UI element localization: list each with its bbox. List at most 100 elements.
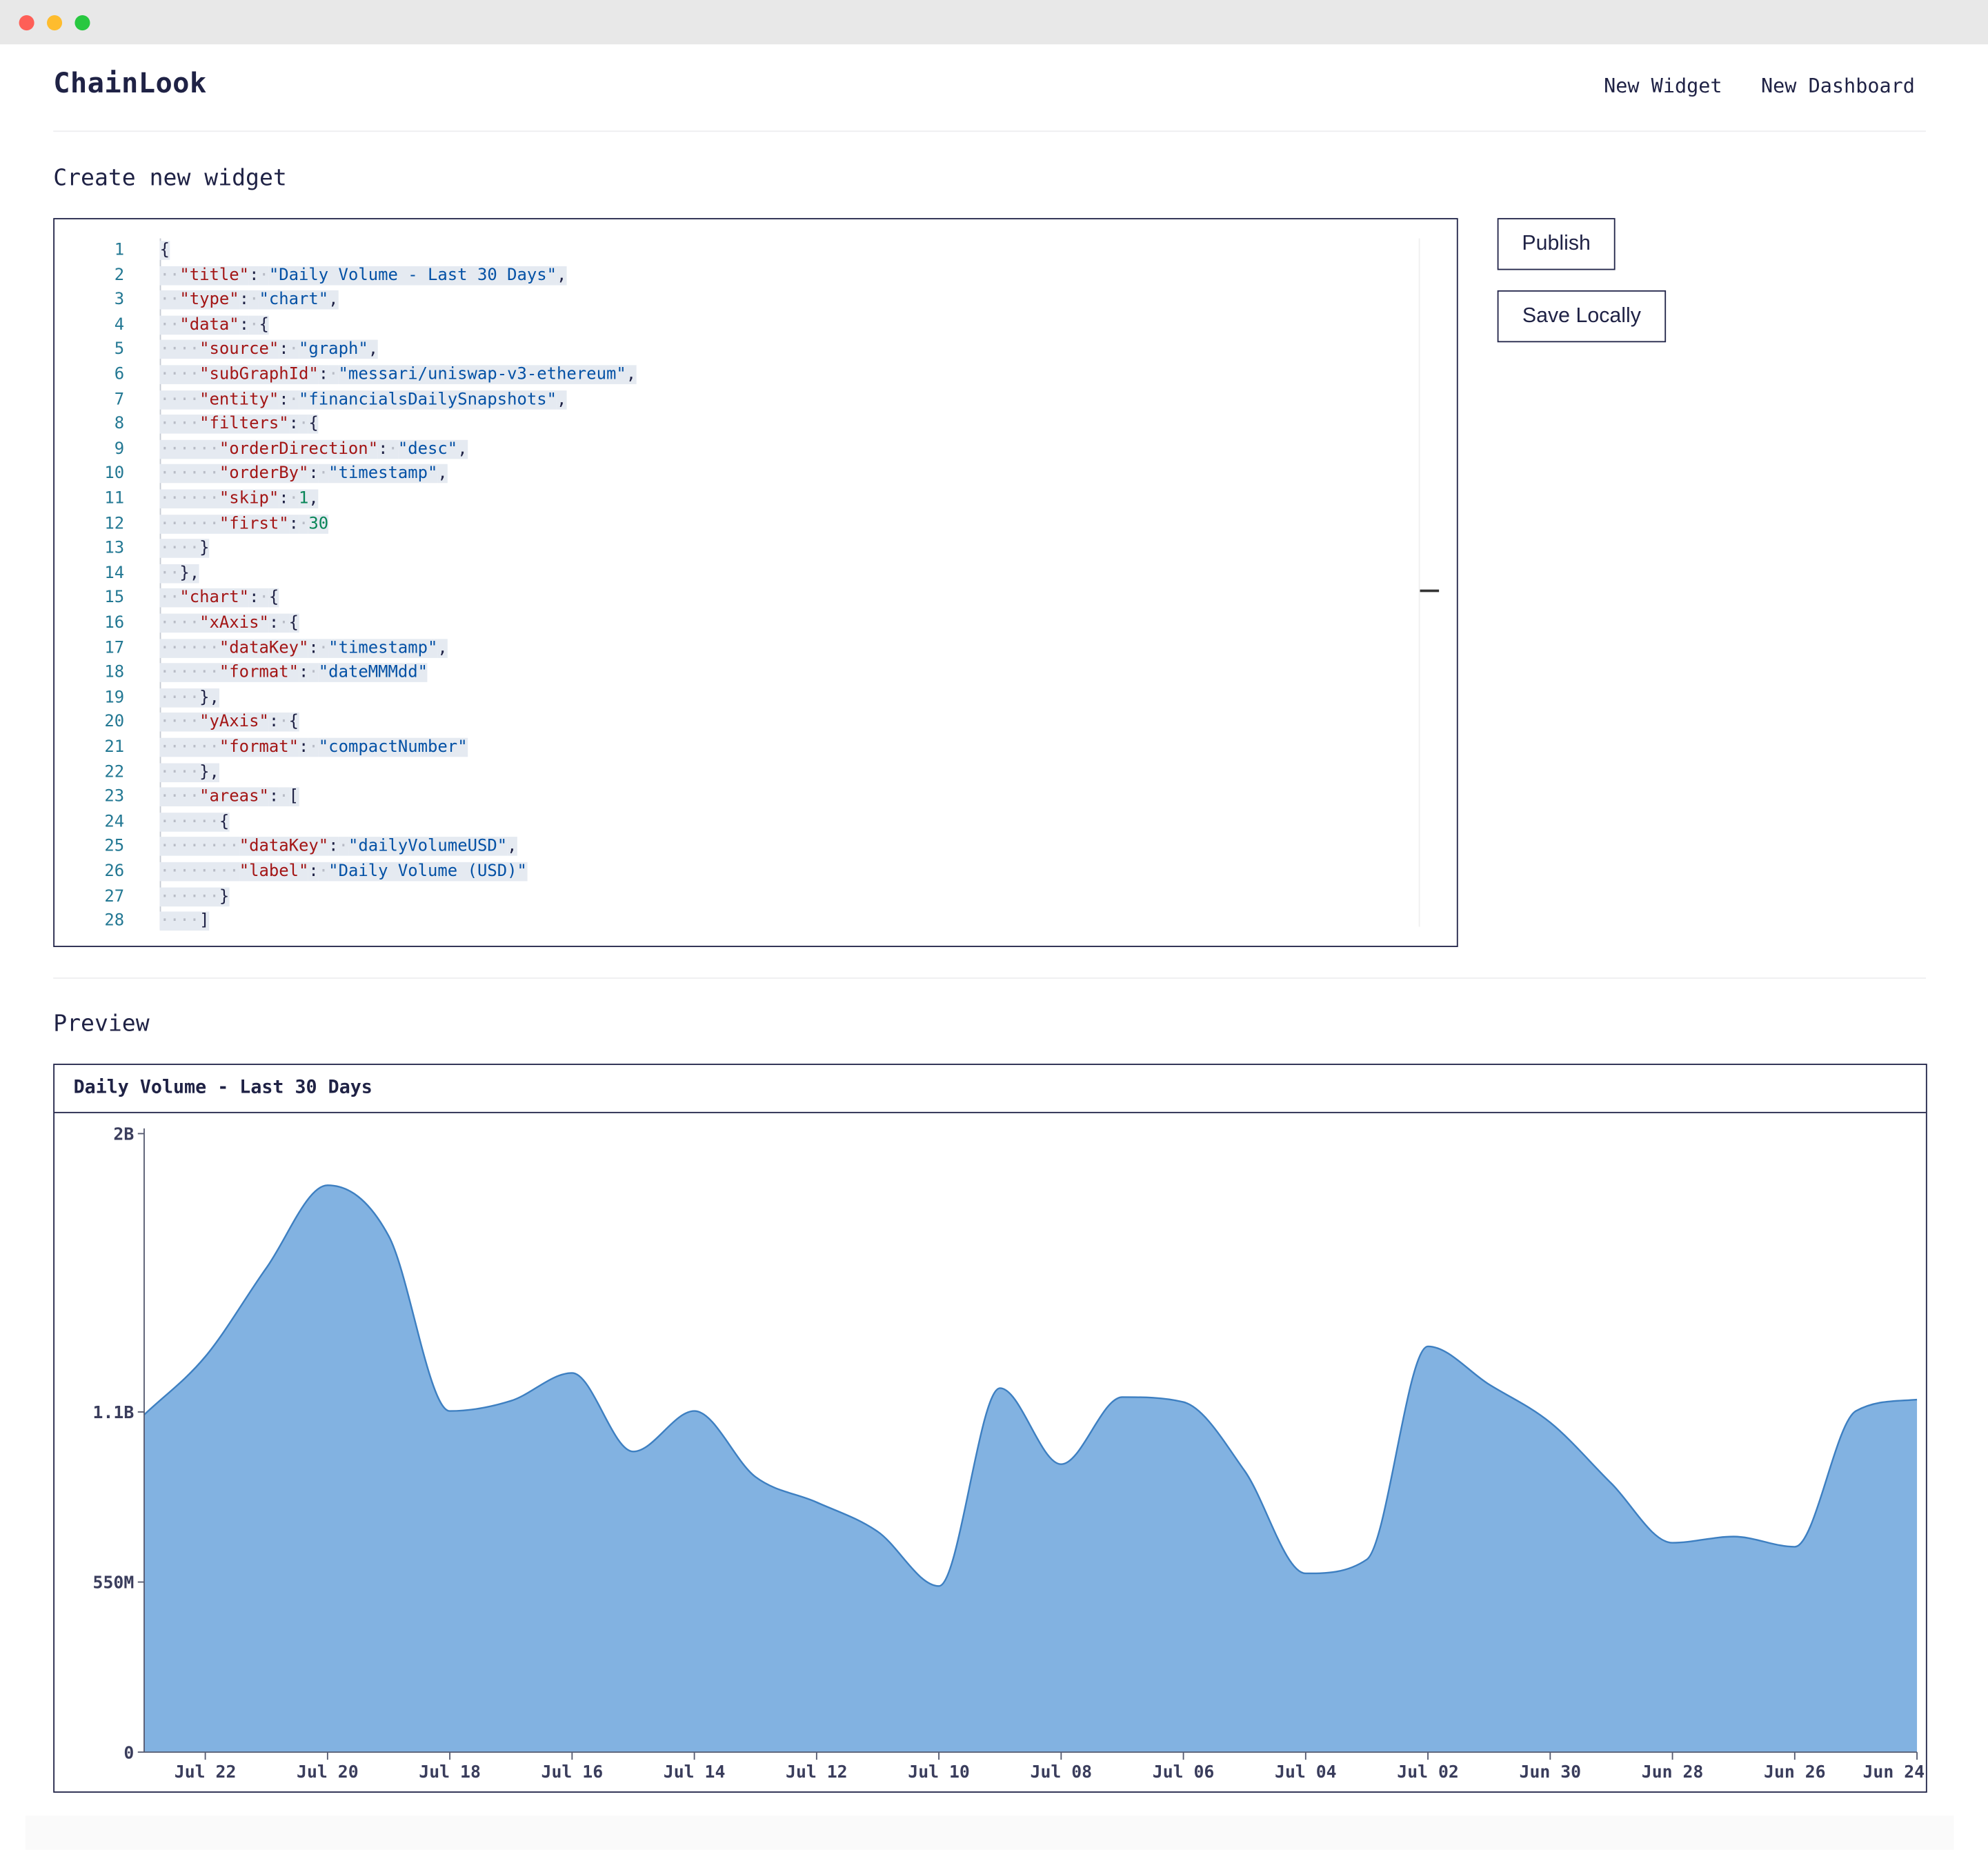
line-number: 21 <box>104 737 125 757</box>
code-token-ws: · <box>249 290 259 310</box>
nav-new-dashboard[interactable]: New Dashboard <box>1761 74 1915 97</box>
code-token-pun: { <box>288 613 299 633</box>
line-number: 3 <box>114 290 125 310</box>
code-token-key: "data" <box>179 315 239 335</box>
code-line: ····"yAxis":·{ <box>159 710 299 735</box>
line-number: 8 <box>114 415 125 434</box>
code-token-ws: · <box>279 613 289 633</box>
code-line: ········"label":·"Daily Volume (USD)" <box>159 859 527 884</box>
code-token-pun: , <box>507 837 517 857</box>
code-token-pun: : <box>288 415 299 434</box>
indent-whitespace: ···· <box>159 365 200 384</box>
x-tick-label: Jul 12 <box>786 1762 848 1782</box>
code-line: ··"title":·"Daily Volume - Last 30 Days"… <box>159 263 567 288</box>
code-token-str: "dateMMMdd" <box>318 663 428 683</box>
indent-whitespace: ······ <box>159 737 219 757</box>
x-tick-label: Jul 16 <box>541 1762 604 1782</box>
code-line: ··"type":·"chart", <box>159 288 339 313</box>
publish-button[interactable]: Publish <box>1497 218 1616 270</box>
code-token-ws: · <box>259 588 269 608</box>
maximize-window-button[interactable] <box>74 15 90 31</box>
code-token-ws: · <box>279 787 289 807</box>
code-line: { <box>159 239 170 263</box>
x-tick-label: Jul 20 <box>297 1762 359 1782</box>
code-token-ws: · <box>249 315 259 335</box>
nav-new-widget[interactable]: New Widget <box>1604 74 1722 97</box>
code-token-pun: , <box>437 638 448 658</box>
x-tick-label: Jul 02 <box>1397 1762 1459 1782</box>
code-token-pun: { <box>219 812 230 832</box>
x-tick-label: Jun 24 <box>1863 1762 1925 1782</box>
code-line: ······"first":·30 <box>159 512 329 537</box>
section-divider <box>53 977 1926 979</box>
line-number: 12 <box>104 514 125 534</box>
x-tick-label: Jun 26 <box>1764 1762 1826 1782</box>
code-token-ws: · <box>299 514 309 534</box>
code-token-key: "source" <box>199 340 279 359</box>
line-number: 7 <box>114 390 125 409</box>
indent-whitespace: ········ <box>159 862 239 882</box>
code-token-str: "Daily Volume - Last 30 Days" <box>268 266 557 285</box>
code-token-key: "dataKey" <box>239 837 329 857</box>
line-number: 1 <box>114 241 125 260</box>
line-number: 13 <box>104 539 125 559</box>
code-token-pun: , <box>557 266 567 285</box>
line-number: 14 <box>104 564 125 584</box>
app-window: ChainLook New Widget New Dashboard Creat… <box>0 0 1988 1850</box>
x-tick-label: Jul 04 <box>1275 1762 1337 1782</box>
code-line: ······{ <box>159 810 230 835</box>
y-tick-label: 2B <box>113 1124 134 1144</box>
code-token-num: 30 <box>308 514 329 534</box>
code-token-pun: : <box>288 514 299 534</box>
line-number: 27 <box>104 886 125 906</box>
code-token-pun: }, <box>199 762 219 782</box>
line-number: 4 <box>114 315 125 335</box>
code-token-pun: { <box>288 713 299 733</box>
indent-whitespace: ···· <box>159 688 200 708</box>
close-window-button[interactable] <box>19 15 34 31</box>
scrollbar-thumb[interactable] <box>1420 589 1440 593</box>
line-number: 17 <box>104 638 125 658</box>
code-token-ws: · <box>338 837 348 857</box>
editor-scrollbar[interactable] <box>1418 238 1420 927</box>
code-token-pun: , <box>437 464 448 484</box>
code-token-pun: : <box>299 663 309 683</box>
area-fill <box>143 1185 1918 1753</box>
code-token-pun: ] <box>199 911 210 931</box>
minimize-window-button[interactable] <box>47 15 63 31</box>
code-line: ····}, <box>159 686 219 710</box>
indent-whitespace: ···· <box>159 539 200 559</box>
code-token-key: "areas" <box>199 787 269 807</box>
code-token-pun: : <box>328 837 339 857</box>
code-token-pun: : <box>268 787 279 807</box>
indent-whitespace: ·· <box>159 564 180 584</box>
x-tick-label: Jul 18 <box>419 1762 481 1782</box>
code-token-key: "yAxis" <box>199 713 269 733</box>
code-line: ····} <box>159 537 210 561</box>
code-line: ······"dataKey":·"timestamp", <box>159 636 448 661</box>
code-line: ··"chart":·{ <box>159 586 279 611</box>
indent-whitespace: ········ <box>159 837 239 857</box>
code-token-str: "desc" <box>397 439 458 459</box>
code-token-num: 1 <box>299 489 309 509</box>
line-number: 16 <box>104 613 125 633</box>
code-line: ····"areas":·[ <box>159 785 299 810</box>
save-locally-button[interactable]: Save Locally <box>1497 290 1667 343</box>
code-line: ····"xAxis":·{ <box>159 611 299 636</box>
code-line: ··}, <box>159 561 200 586</box>
y-tick-label: 0 <box>123 1742 134 1762</box>
brand-logo[interactable]: ChainLook <box>53 68 206 100</box>
code-token-key: "first" <box>219 514 289 534</box>
json-code-editor[interactable]: 1{2 ··"title":·"Daily Volume - Last 30 Da… <box>53 218 1458 947</box>
code-line: ········"dataKey":·"dailyVolumeUSD", <box>159 835 517 859</box>
code-token-ws: · <box>308 663 319 683</box>
code-line: ······"skip":·1, <box>159 487 319 512</box>
preview-heading: Preview <box>53 1010 150 1037</box>
code-line: ······"orderDirection":·"desc", <box>159 437 468 462</box>
line-number: 10 <box>104 464 125 484</box>
window-titlebar <box>0 0 1988 45</box>
code-token-pun: : <box>249 588 259 608</box>
header-divider <box>53 130 1926 132</box>
code-token-key: "orderDirection" <box>219 439 379 459</box>
code-token-pun: { <box>159 241 170 260</box>
